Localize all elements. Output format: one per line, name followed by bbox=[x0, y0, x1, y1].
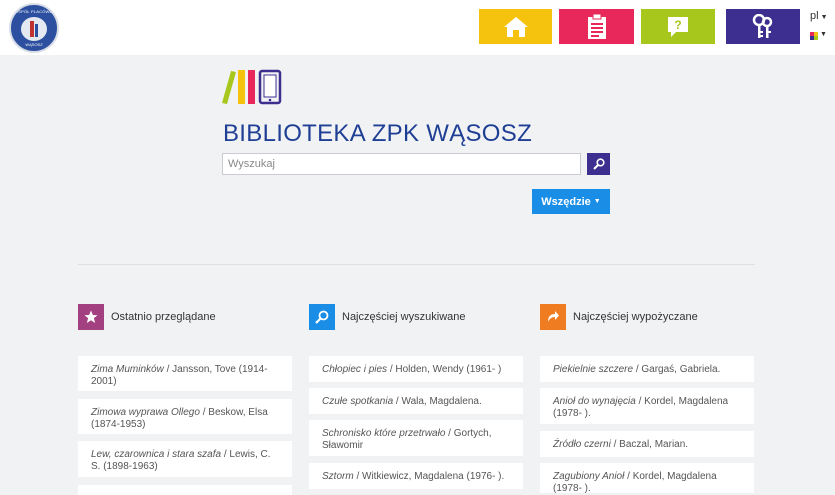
chevron-down-icon[interactable]: ▼ bbox=[820, 31, 827, 38]
list-item[interactable]: Źródło czerni / Baczal, Marian. bbox=[540, 431, 754, 457]
book-author: Gargaś, Gabriela. bbox=[641, 364, 721, 375]
logo-tower bbox=[35, 24, 38, 37]
help-button[interactable]: ? bbox=[641, 9, 715, 44]
book-title[interactable]: Źródło czerni bbox=[553, 439, 611, 450]
book-title[interactable]: Anioł do wynajęcia bbox=[553, 396, 636, 407]
most-searched-header: Najczęściej wyszukiwane bbox=[309, 303, 466, 331]
book-author: Baczal, Marian. bbox=[619, 439, 689, 450]
logo-emblem bbox=[21, 17, 47, 41]
book-title[interactable]: Lew, czarownica i stara szafa bbox=[91, 449, 221, 460]
search-button[interactable] bbox=[587, 153, 610, 175]
book-title[interactable]: Zima Muminków bbox=[91, 364, 164, 375]
logo-text-top: ZESPÓŁ PLACÓWEK bbox=[12, 9, 56, 14]
most-borrowed-header: Najczęściej wypożyczane bbox=[540, 303, 698, 331]
search-icon bbox=[309, 304, 335, 330]
list-item[interactable]: Anioł do wynajęcia / Kordel, Magdalena (… bbox=[540, 388, 754, 424]
column-title: Najczęściej wypożyczane bbox=[573, 311, 698, 323]
book-author: Wala, Magdalena. bbox=[401, 396, 482, 407]
list-item[interactable]: Chłopiec i pies / Holden, Wendy (1961- ) bbox=[309, 356, 523, 382]
search-input[interactable] bbox=[222, 153, 581, 175]
keys-icon bbox=[752, 13, 773, 38]
chevron-down-icon: ▼ bbox=[820, 14, 828, 21]
logo-text-bottom: WĄSOSZ bbox=[25, 42, 43, 47]
list-item[interactable]: Czułe spotkania / Wala, Magdalena. bbox=[309, 388, 523, 414]
library-books-icon bbox=[222, 69, 282, 105]
book-title[interactable]: Schronisko które przetrwało bbox=[322, 428, 445, 439]
list-item[interactable]: Zima Muminków / Jansson, Tove (1914-2001… bbox=[78, 356, 292, 391]
clipboard-icon bbox=[587, 13, 606, 39]
section-divider bbox=[78, 264, 755, 265]
question-bubble-icon: ? bbox=[668, 16, 688, 37]
list-item[interactable]: Zimowa wyprawa Ollego / Beskow, Elsa (18… bbox=[78, 399, 292, 434]
language-label: pl bbox=[810, 10, 819, 22]
language-selector[interactable]: pl ▼ bbox=[810, 10, 828, 22]
list-item[interactable]: Piekielnie szczere / Gargaś, Gabriela. bbox=[540, 356, 754, 382]
star-icon bbox=[78, 304, 104, 330]
reader-account-button[interactable] bbox=[559, 9, 634, 44]
list-item[interactable]: Zagubiony Anioł / Kordel, Magdalena (197… bbox=[540, 463, 754, 494]
search-scope-dropdown[interactable]: Wszędzie ▼ bbox=[532, 189, 610, 214]
book-title[interactable]: Zimowa wyprawa Ollego bbox=[91, 407, 200, 418]
home-icon bbox=[503, 16, 528, 37]
list-item[interactable]: Sztorm / Witkiewicz, Magdalena (1976- ). bbox=[309, 463, 523, 489]
login-button[interactable] bbox=[726, 9, 800, 44]
page-title: BIBLIOTEKA ZPK WĄSOSZ bbox=[223, 120, 533, 147]
svg-text:?: ? bbox=[674, 18, 681, 32]
library-logo[interactable]: ZESPÓŁ PLACÓWEK WĄSOSZ bbox=[9, 3, 59, 53]
home-button[interactable] bbox=[479, 9, 552, 44]
book-author: Witkiewicz, Magdalena (1976- ). bbox=[362, 471, 505, 482]
share-arrow-icon bbox=[540, 304, 566, 330]
list-item[interactable]: Lew, czarownica i stara szafa / Lewis, C… bbox=[78, 441, 292, 477]
top-bar: ZESPÓŁ PLACÓWEK WĄSOSZ ? pl ▼ ▼ bbox=[0, 0, 835, 55]
book-title[interactable]: Czułe spotkania bbox=[322, 396, 393, 407]
list-item[interactable] bbox=[78, 485, 292, 495]
column-title: Najczęściej wyszukiwane bbox=[342, 311, 466, 323]
recently-viewed-header: Ostatnio przeglądane bbox=[78, 303, 216, 331]
contrast-palette-icon[interactable] bbox=[810, 32, 818, 40]
search-scope-label: Wszędzie bbox=[541, 195, 591, 208]
column-title: Ostatnio przeglądane bbox=[111, 311, 216, 323]
chevron-down-icon: ▼ bbox=[593, 198, 601, 205]
book-title[interactable]: Zagubiony Anioł bbox=[553, 471, 624, 482]
book-author: Holden, Wendy (1961- ) bbox=[395, 364, 502, 375]
logo-tower bbox=[30, 21, 34, 37]
book-title[interactable]: Chłopiec i pies bbox=[322, 364, 387, 375]
book-title[interactable]: Piekielnie szczere bbox=[553, 364, 633, 375]
list-item[interactable]: Schronisko które przetrwało / Gortych, S… bbox=[309, 420, 523, 456]
book-title[interactable]: Sztorm bbox=[322, 471, 354, 482]
search-icon bbox=[592, 158, 605, 170]
